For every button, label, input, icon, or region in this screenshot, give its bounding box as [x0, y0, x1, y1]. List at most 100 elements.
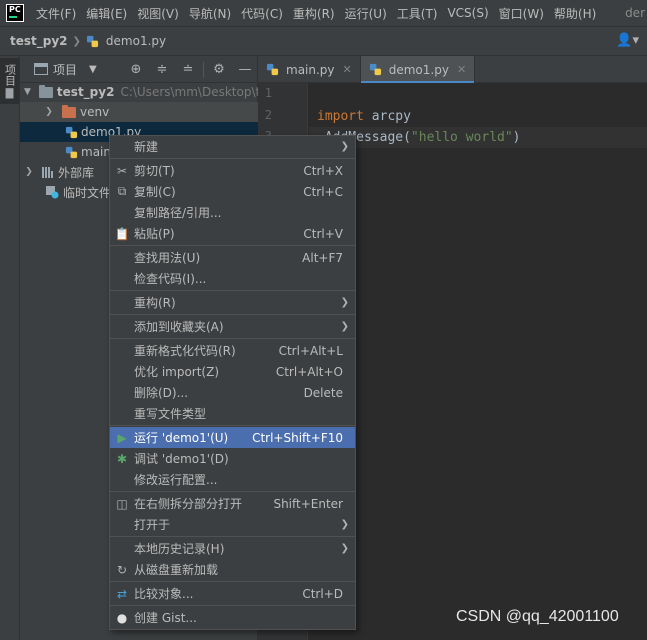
code-string: "hello world": [410, 130, 513, 145]
menu-bar: PC 文件(F) 编辑(E) 视图(V) 导航(N) 代码(C) 重构(R) 运…: [0, 0, 647, 27]
tree-venv-label: venv: [80, 105, 110, 119]
chevron-down-icon[interactable]: ▼: [24, 87, 31, 97]
project-panel-toolbar: ⊕ ≑ ≐ ⚙ —: [123, 56, 258, 83]
menu-item-override-file-type[interactable]: 重写文件类型: [110, 403, 355, 424]
menu-item-label: 从磁盘重新加载: [134, 563, 219, 577]
breadcrumb-file[interactable]: demo1.py: [86, 34, 166, 48]
menu-file[interactable]: 文件(F): [31, 5, 81, 22]
menu-edit[interactable]: 编辑(E): [81, 5, 132, 22]
folder-icon: [62, 104, 76, 118]
app-logo-text: PC: [9, 5, 21, 14]
gear-icon[interactable]: ⚙: [206, 62, 232, 77]
menu-item-compare-with[interactable]: ⇄ 比较对象... Ctrl+D: [110, 583, 355, 604]
menu-item-create-gist[interactable]: ● 创建 Gist...: [110, 607, 355, 628]
menu-window[interactable]: 窗口(W): [494, 5, 549, 22]
code-line-2: import arcpy: [317, 106, 411, 127]
menu-item-label: 比较对象...: [134, 587, 194, 601]
menu-refactor[interactable]: 重构(R): [288, 5, 340, 22]
code-text: arcpy: [363, 109, 411, 124]
menu-item-edit-run-config[interactable]: 修改运行配置...: [110, 469, 355, 490]
menu-item-find-usages[interactable]: 查找用法(U) Alt+F7: [110, 247, 355, 268]
menu-item-label: 检查代码(I)...: [134, 272, 207, 286]
menu-tools[interactable]: 工具(T): [392, 5, 443, 22]
menu-item-cut[interactable]: ✂ 剪切(T) Ctrl+X: [110, 160, 355, 181]
context-menu: 新建 ❯ ✂ 剪切(T) Ctrl+X ⧉ 复制(C) Ctrl+C 复制路径/…: [109, 135, 356, 630]
menu-item-open-split[interactable]: ◫ 在右侧拆分部分打开 Shift+Enter: [110, 493, 355, 514]
menu-item-run[interactable]: ▶ 运行 'demo1'(U) Ctrl+Shift+F10: [110, 427, 355, 448]
line-number: 1: [264, 86, 272, 100]
menu-item-refactor[interactable]: 重构(R) ❯: [110, 292, 355, 313]
breadcrumb-project[interactable]: test_py2: [10, 34, 68, 48]
window-title: der: [625, 6, 645, 20]
hide-icon[interactable]: —: [232, 62, 258, 77]
menu-item-add-favorites[interactable]: 添加到收藏夹(A) ❯: [110, 316, 355, 337]
menu-item-shortcut: Alt+F7: [302, 250, 343, 265]
chevron-down-icon[interactable]: ▼: [89, 64, 97, 75]
user-dropdown-icon[interactable]: 👤▾: [616, 33, 639, 48]
menu-item-label: 修改运行配置...: [134, 473, 218, 487]
chevron-right-icon: ❯: [340, 141, 349, 152]
tree-external-label: 外部库: [58, 165, 95, 180]
tree-item-venv[interactable]: ❯ venv: [20, 102, 258, 122]
menu-item-optimize-imports[interactable]: 优化 import(Z) Ctrl+Alt+O: [110, 361, 355, 382]
line-number: 2: [264, 108, 272, 122]
menu-item-label: 打开于: [134, 518, 171, 532]
menu-item-label: 重新格式化代码(R): [134, 344, 236, 358]
left-tool-strip: 项目 ▇: [0, 56, 20, 640]
menu-code[interactable]: 代码(C): [236, 5, 288, 22]
tree-scratch-label: 临时文件: [63, 185, 112, 200]
menu-item-shortcut: Ctrl+Shift+F10: [252, 430, 343, 445]
menu-view[interactable]: 视图(V): [132, 5, 184, 22]
breadcrumb-file-label: demo1.py: [105, 34, 167, 48]
menu-help[interactable]: 帮助(H): [549, 5, 601, 22]
menu-run[interactable]: 运行(U): [340, 5, 392, 22]
menu-item-label: 查找用法(U): [134, 251, 201, 265]
menu-separator: [110, 605, 355, 606]
chevron-right-icon[interactable]: ❯: [24, 167, 34, 177]
project-view-icon: [34, 63, 48, 75]
collapse-all-icon[interactable]: ≐: [175, 62, 201, 77]
expand-all-icon[interactable]: ≑: [149, 62, 175, 77]
menu-item-label: 运行 'demo1'(U): [134, 431, 229, 445]
menu-item-inspect-code[interactable]: 检查代码(I)...: [110, 268, 355, 289]
menu-item-label: 粘贴(P): [134, 227, 175, 241]
python-file-icon: [369, 63, 381, 76]
tree-root-label: test_py2: [56, 85, 115, 99]
menu-separator: [110, 158, 355, 159]
menu-item-debug[interactable]: ✱ 调试 'demo1'(D): [110, 448, 355, 469]
menu-item-reload-from-disk[interactable]: ↻ 从磁盘重新加载: [110, 559, 355, 580]
tab-main-py[interactable]: main.py ✕: [258, 56, 361, 83]
ide-window: PC 文件(F) 编辑(E) 视图(V) 导航(N) 代码(C) 重构(R) 运…: [0, 0, 647, 640]
close-icon[interactable]: ✕: [457, 63, 466, 76]
chevron-right-icon: ❯: [340, 519, 349, 530]
tree-root-path: C:\Users\mm\Desktop\t: [120, 85, 258, 99]
menu-separator: [110, 290, 355, 291]
menu-item-delete[interactable]: 删除(D)... Delete: [110, 382, 355, 403]
chevron-right-icon: ❯: [340, 297, 349, 308]
menu-separator: [110, 581, 355, 582]
menu-item-local-history[interactable]: 本地历史记录(H) ❯: [110, 538, 355, 559]
tab-demo1-py[interactable]: demo1.py ✕: [360, 56, 476, 84]
tree-main-label: main: [81, 145, 111, 159]
menu-item-paste[interactable]: 📋 粘贴(P) Ctrl+V: [110, 223, 355, 244]
menu-item-open-in[interactable]: 打开于 ❯: [110, 514, 355, 535]
project-panel-title[interactable]: 项目: [53, 61, 77, 78]
code-editor[interactable]: import arcpy .AddMessage("hello world"): [309, 83, 647, 640]
menu-item-copy[interactable]: ⧉ 复制(C) Ctrl+C: [110, 181, 355, 202]
folder-icon: [38, 84, 53, 98]
project-tool-tab[interactable]: 项目 ▇: [0, 58, 19, 104]
menu-separator: [110, 314, 355, 315]
locate-icon[interactable]: ⊕: [123, 62, 149, 77]
menu-item-reformat[interactable]: 重新格式化代码(R) Ctrl+Alt+L: [110, 340, 355, 361]
menu-navigate[interactable]: 导航(N): [184, 5, 236, 22]
menu-item-copy-path[interactable]: 复制路径/引用...: [110, 202, 355, 223]
menu-item-label: 新建: [134, 140, 159, 154]
menu-item-new[interactable]: 新建 ❯: [110, 136, 355, 157]
tree-item-root[interactable]: ▼ test_py2 C:\Users\mm\Desktop\t: [20, 82, 258, 102]
menu-item-label: 优化 import(Z): [134, 365, 220, 379]
close-icon[interactable]: ✕: [343, 63, 352, 76]
chevron-right-icon[interactable]: ❯: [44, 107, 54, 117]
python-file-icon: [86, 35, 98, 47]
app-logo-icon: PC: [6, 4, 24, 22]
menu-vcs[interactable]: VCS(S): [442, 6, 493, 20]
